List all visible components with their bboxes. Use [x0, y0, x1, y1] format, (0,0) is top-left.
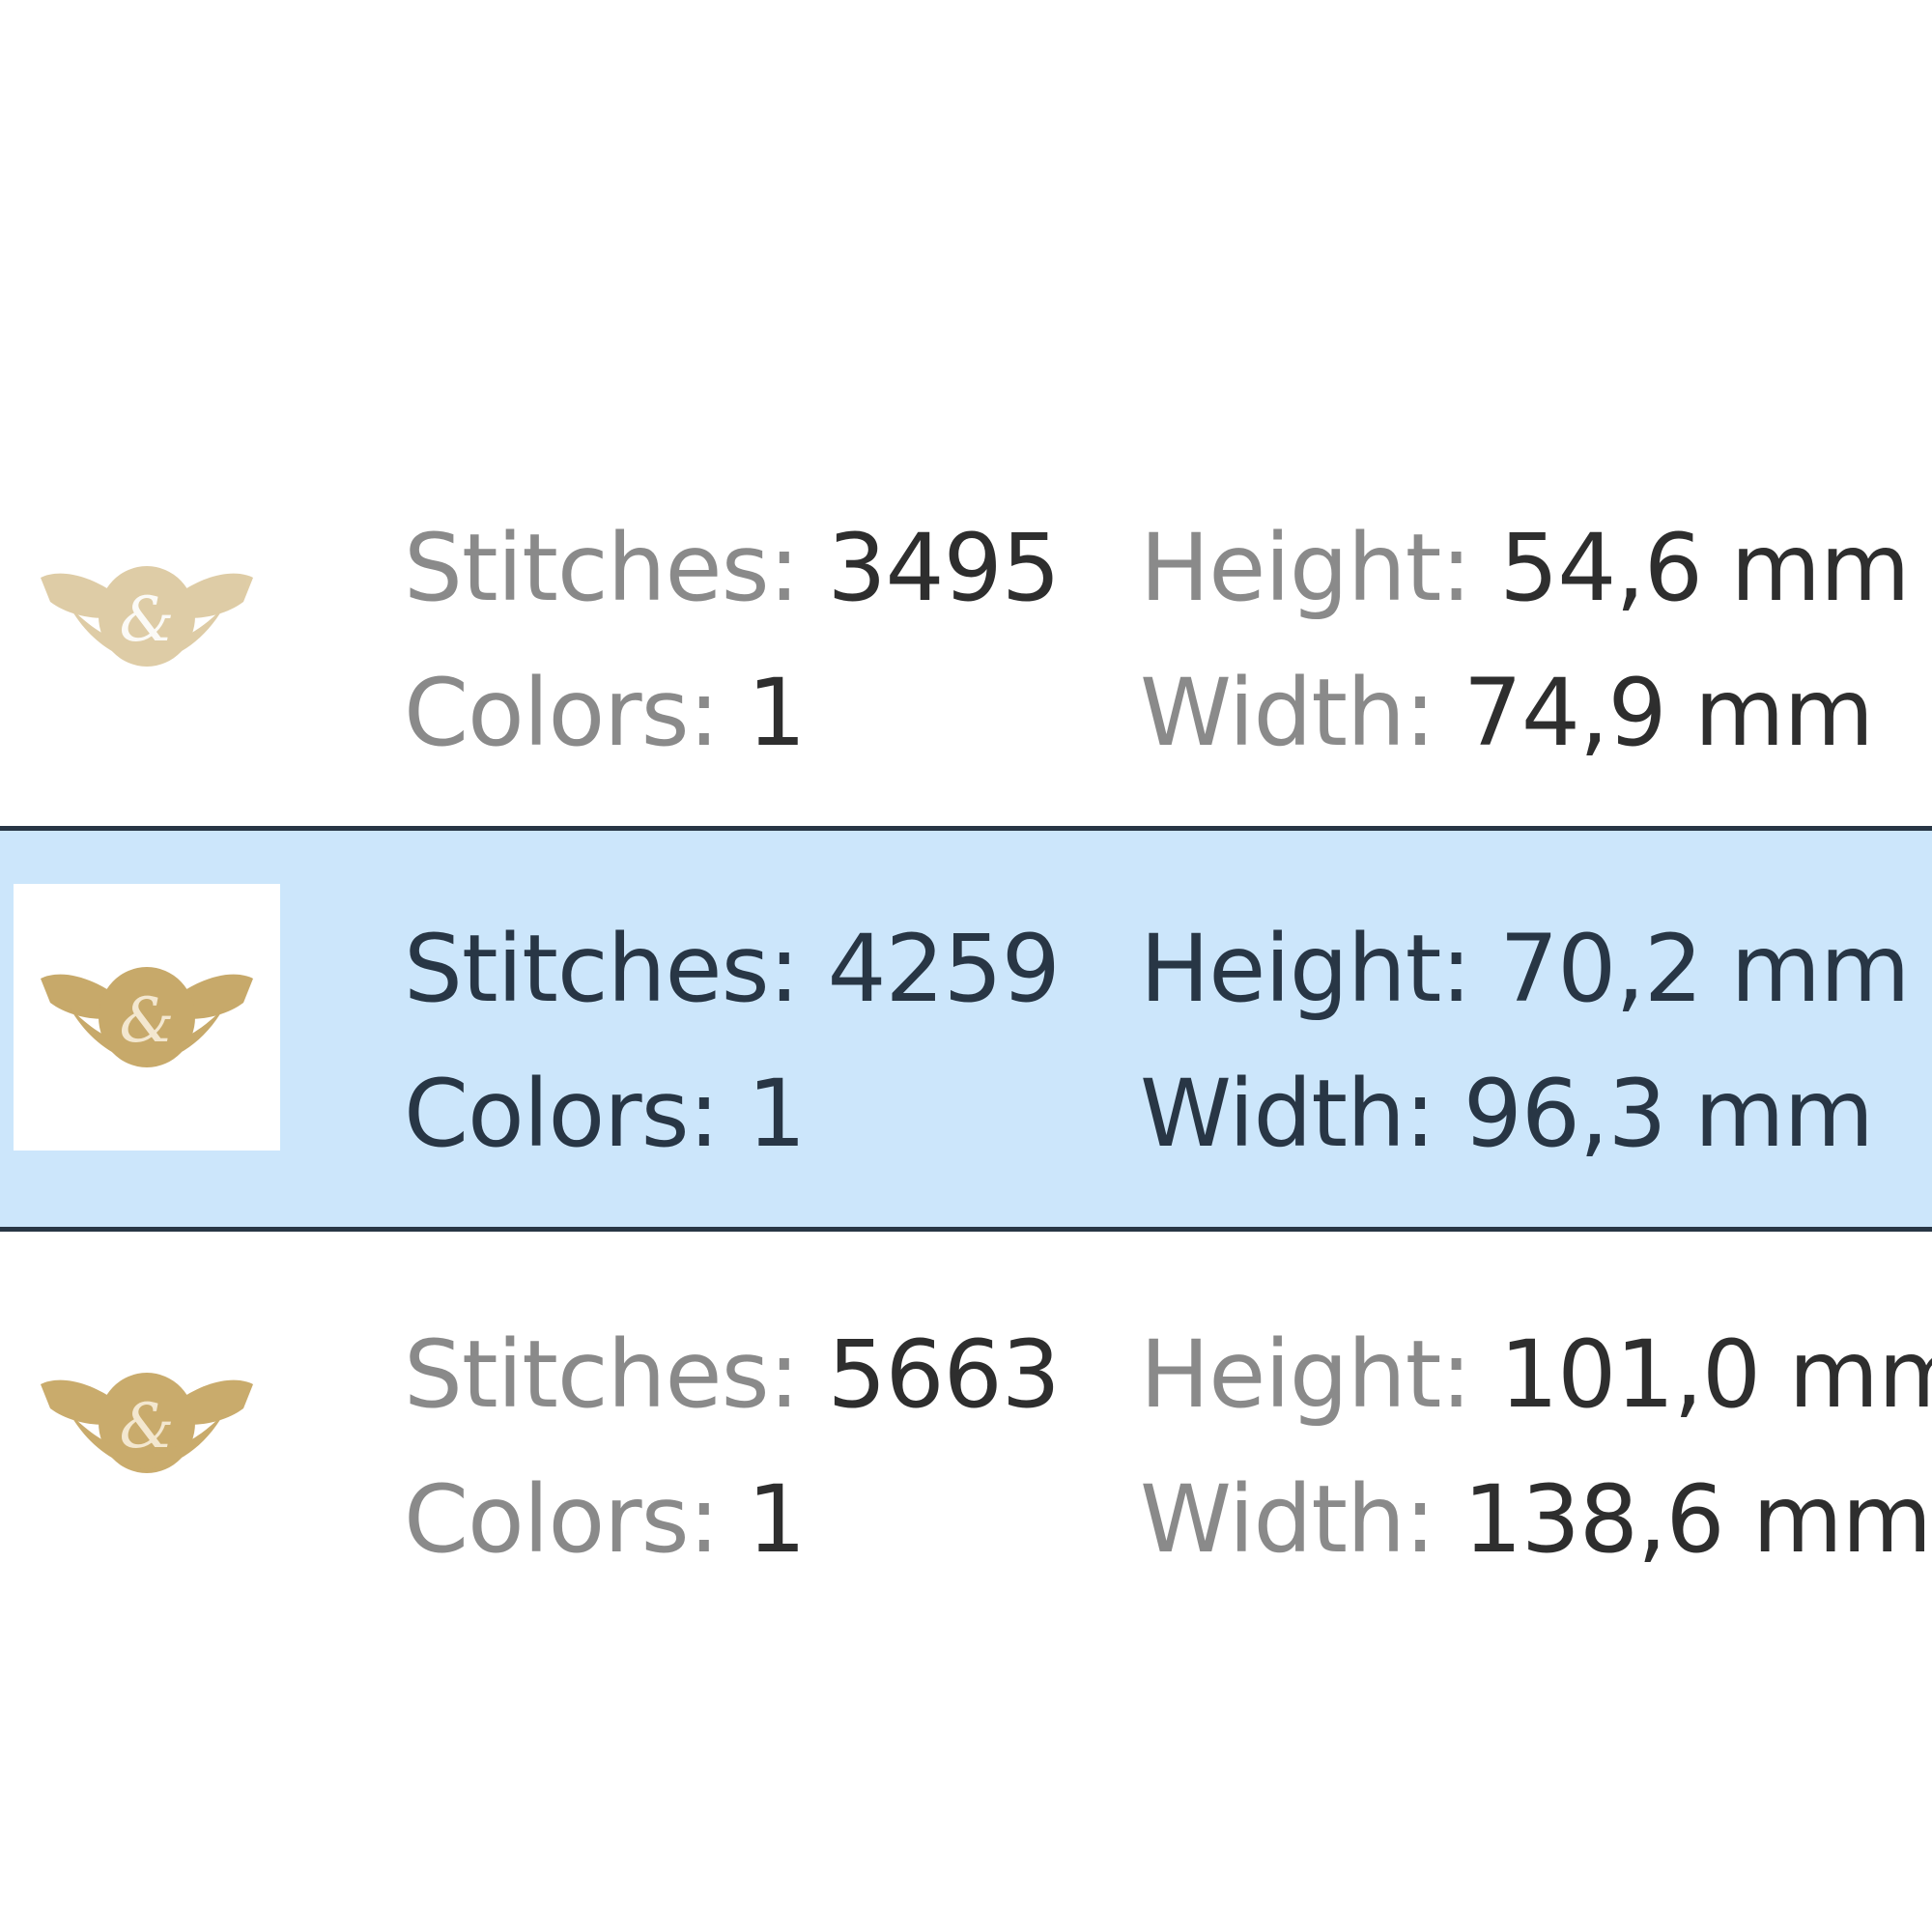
colors-value: 1: [747, 1060, 807, 1168]
stitches-value: 5663: [827, 1321, 1060, 1429]
height-field: Height: 70,2 mm: [1140, 923, 1911, 1015]
width-field: Width: 138,6 mm: [1140, 1473, 1932, 1566]
design-list: & Stitches: 3495 Colors: 1 Height: 54,6 …: [0, 425, 1932, 1633]
height-value: 101,0 mm: [1499, 1321, 1932, 1429]
design-row-3[interactable]: & Stitches: 5663 Colors: 1 Height: 101,0…: [0, 1232, 1932, 1633]
width-value: 96,3 mm: [1463, 1060, 1874, 1168]
gold-winged-monogram-icon: &: [41, 566, 253, 667]
width-label: Width:: [1140, 1465, 1435, 1574]
width-field: Width: 96,3 mm: [1140, 1067, 1874, 1160]
width-value: 74,9 mm: [1463, 659, 1874, 767]
height-label: Height:: [1140, 915, 1472, 1023]
stitches-label: Stitches:: [404, 1321, 800, 1429]
height-label: Height:: [1140, 514, 1472, 622]
svg-text:&: &: [120, 985, 175, 1057]
gold-winged-monogram-icon: &: [41, 1373, 253, 1473]
colors-field: Colors: 1: [404, 1067, 807, 1160]
svg-text:&: &: [120, 584, 175, 656]
stitches-field: Stitches: 3495: [404, 522, 1061, 614]
stitches-field: Stitches: 5663: [404, 1328, 1061, 1421]
stitches-value: 4259: [827, 915, 1060, 1023]
stitches-label: Stitches:: [404, 915, 800, 1023]
gold-winged-monogram-icon: &: [41, 967, 253, 1067]
width-field: Width: 74,9 mm: [1140, 667, 1874, 759]
height-value: 70,2 mm: [1499, 915, 1910, 1023]
height-field: Height: 101,0 mm: [1140, 1328, 1932, 1421]
stitches-label: Stitches:: [404, 514, 800, 622]
colors-field: Colors: 1: [404, 667, 807, 759]
design-row-1[interactable]: & Stitches: 3495 Colors: 1 Height: 54,6 …: [0, 425, 1932, 826]
stitches-field: Stitches: 4259: [404, 923, 1061, 1015]
colors-label: Colors:: [404, 659, 720, 767]
svg-text:&: &: [120, 1391, 175, 1463]
width-label: Width:: [1140, 1060, 1435, 1168]
design-thumbnail: &: [14, 884, 280, 1151]
stitches-value: 3495: [827, 514, 1060, 622]
colors-value: 1: [747, 659, 807, 767]
design-row-2[interactable]: & Stitches: 4259 Colors: 1 Height: 70,2 …: [0, 826, 1932, 1232]
design-thumbnail: &: [14, 483, 280, 750]
width-label: Width:: [1140, 659, 1435, 767]
colors-label: Colors:: [404, 1060, 720, 1168]
colors-field: Colors: 1: [404, 1473, 807, 1566]
width-value: 138,6 mm: [1463, 1465, 1932, 1574]
height-label: Height:: [1140, 1321, 1472, 1429]
height-value: 54,6 mm: [1499, 514, 1910, 622]
height-field: Height: 54,6 mm: [1140, 522, 1911, 614]
colors-label: Colors:: [404, 1465, 720, 1574]
colors-value: 1: [747, 1465, 807, 1574]
design-thumbnail: &: [14, 1290, 280, 1556]
